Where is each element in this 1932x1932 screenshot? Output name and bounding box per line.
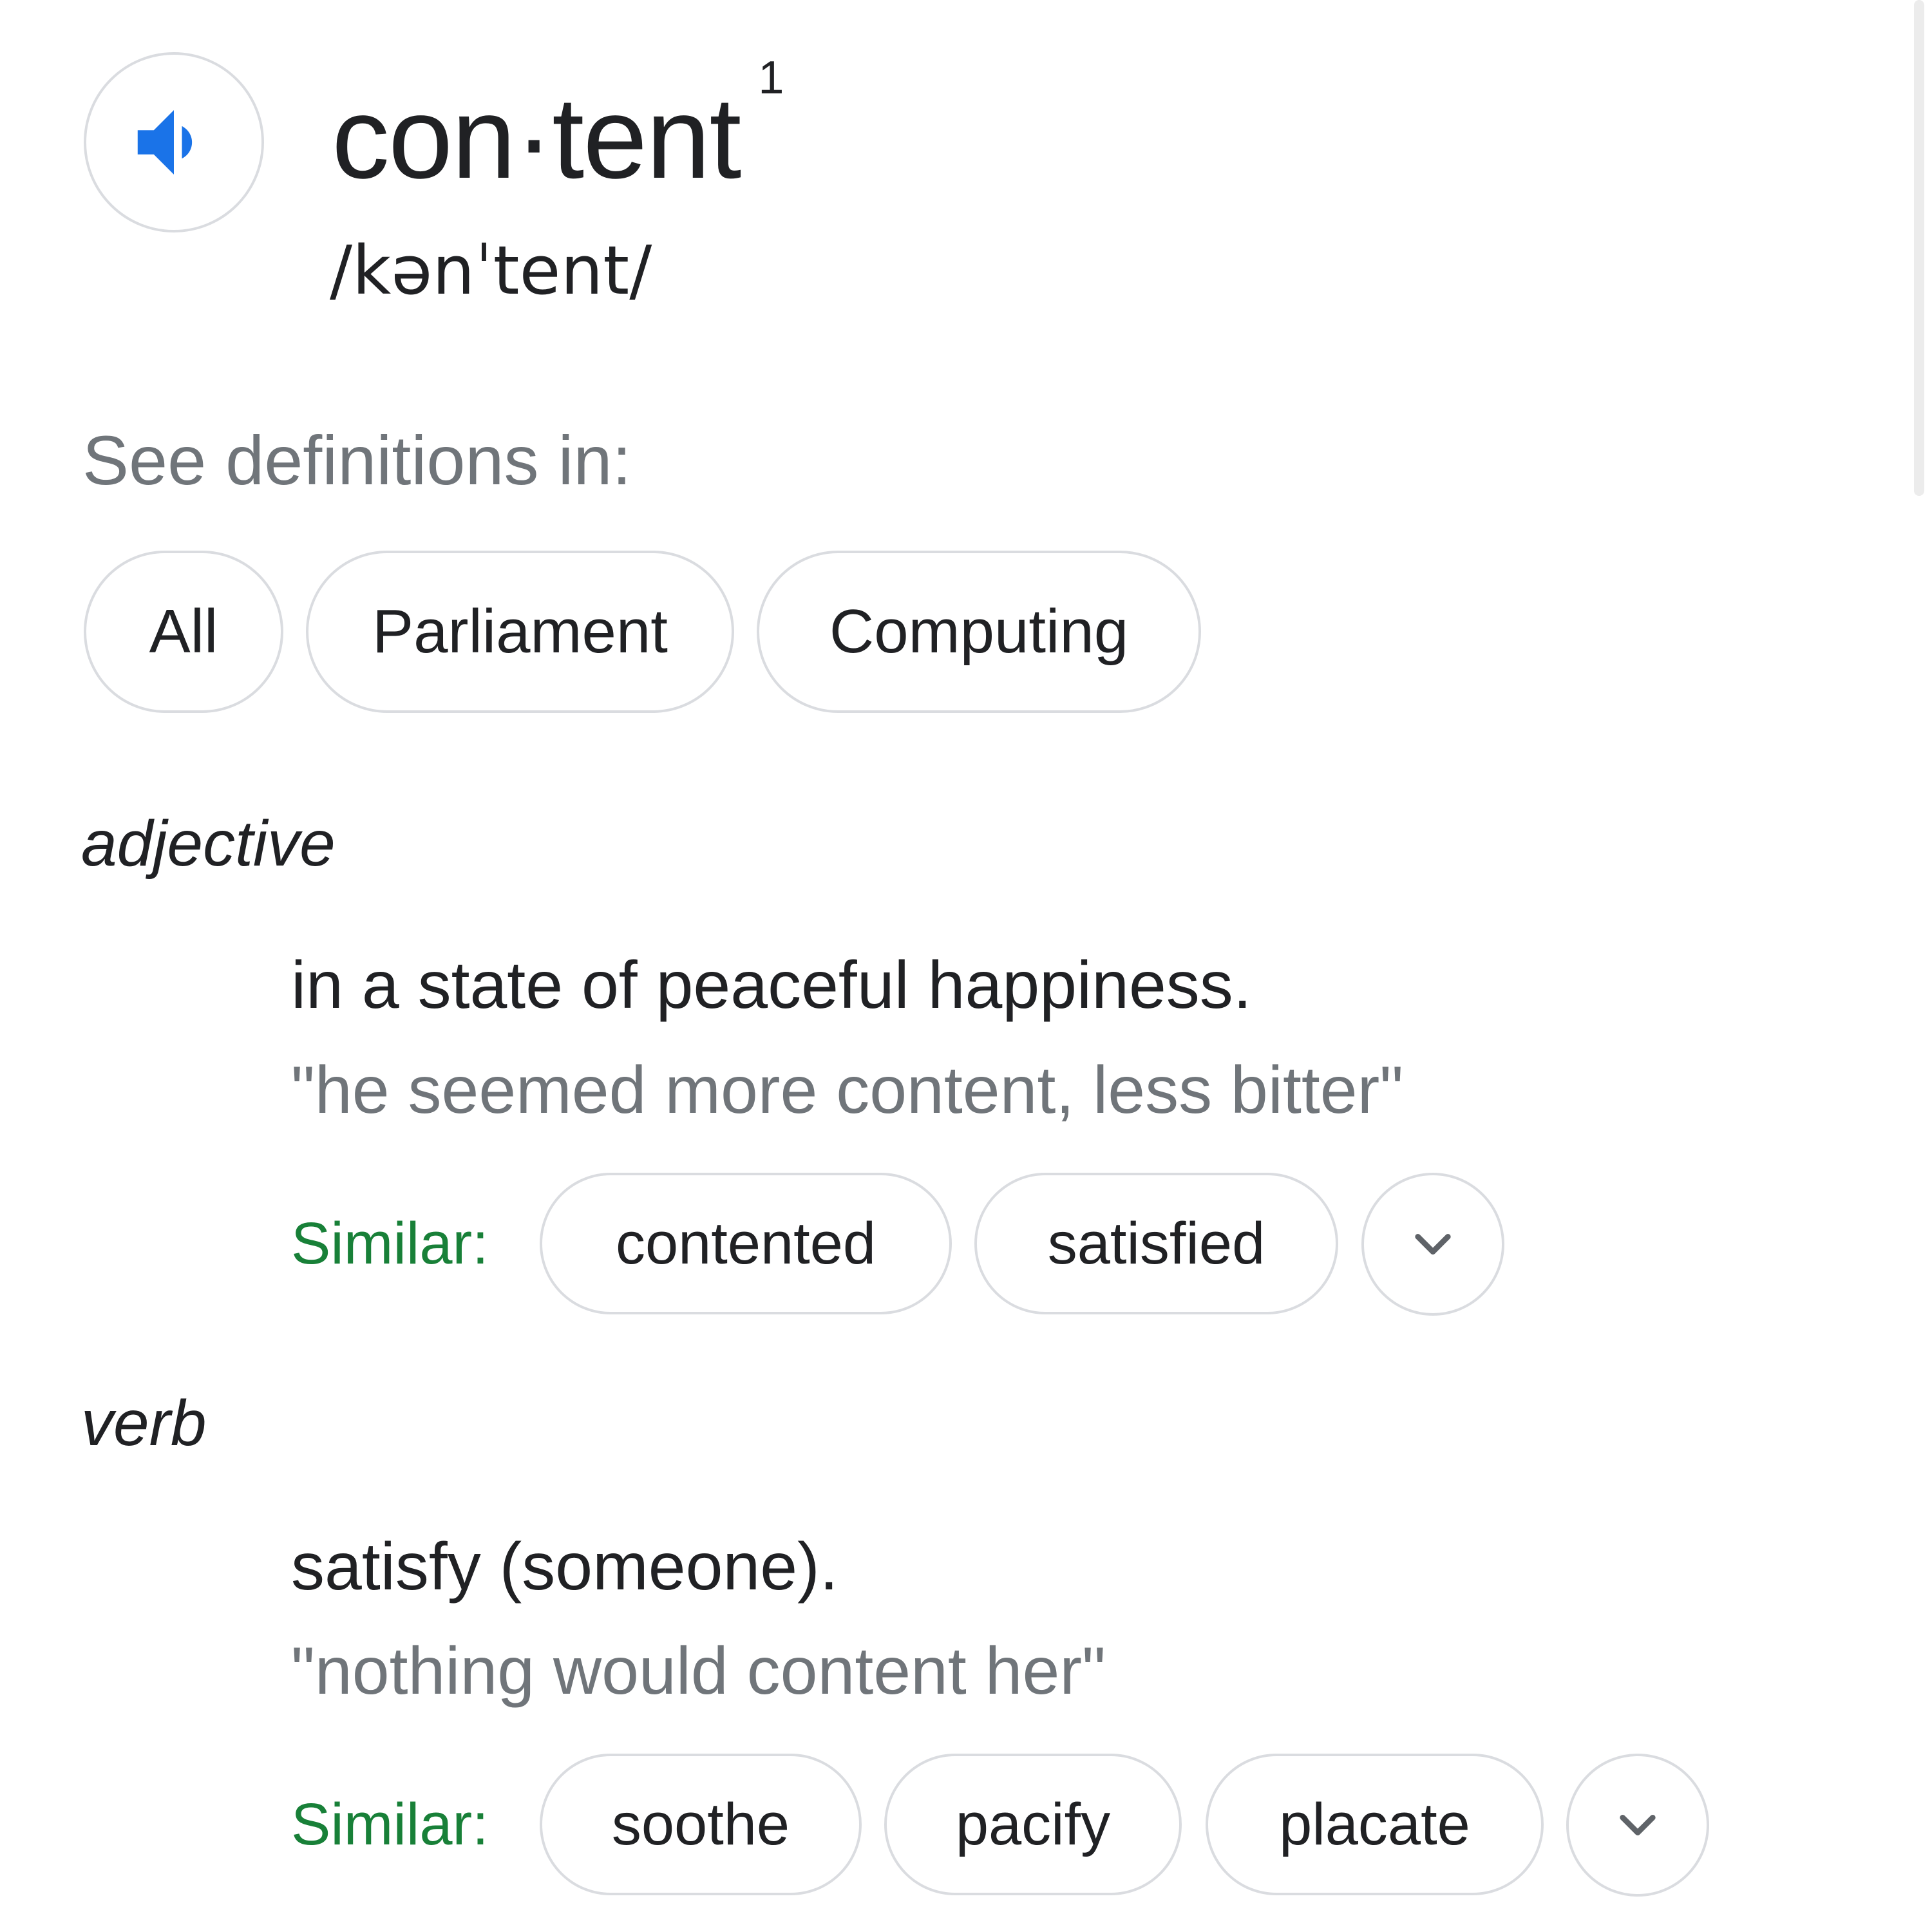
filter-chip-computing[interactable]: Computing [757,551,1201,713]
part-of-speech-verb: verb [81,1387,207,1459]
headword-text: con·tent [332,73,741,203]
similar-label: Similar: [291,1792,489,1857]
pronunciation: /kənˈtent/ [330,231,652,310]
scrollbar[interactable] [1914,0,1924,496]
synonym-chip-soothe[interactable]: soothe [540,1754,862,1895]
speaker-icon [137,110,193,175]
synonym-chip-pacify[interactable]: pacify [884,1754,1182,1895]
chevron-down-icon [1620,1815,1656,1835]
see-definitions-label: See definitions in: [82,421,632,499]
filter-chip-parliament[interactable]: Parliament [306,551,734,713]
definition-verb: satisfy (someone). [291,1530,838,1604]
synonym-chip-contented[interactable]: contented [540,1173,952,1314]
homograph-number: 1 [758,52,784,104]
filter-chip-all[interactable]: All [84,551,283,713]
synonym-chip-placate[interactable]: placate [1206,1754,1544,1895]
more-synonyms-button[interactable] [1566,1754,1709,1897]
pronunciation-audio-button[interactable] [84,52,264,232]
part-of-speech-adjective: adjective [81,808,336,880]
similar-label: Similar: [291,1211,489,1276]
chevron-down-icon [1415,1234,1451,1255]
headword: con·tent 1 [332,55,784,203]
more-synonyms-button[interactable] [1361,1173,1504,1316]
synonym-chip-satisfied[interactable]: satisfied [974,1173,1338,1314]
example-verb: "nothing would content her" [291,1634,1106,1709]
example-adjective: "he seemed more content, less bitter" [291,1053,1404,1128]
definition-adjective: in a state of peaceful happiness. [291,948,1252,1023]
